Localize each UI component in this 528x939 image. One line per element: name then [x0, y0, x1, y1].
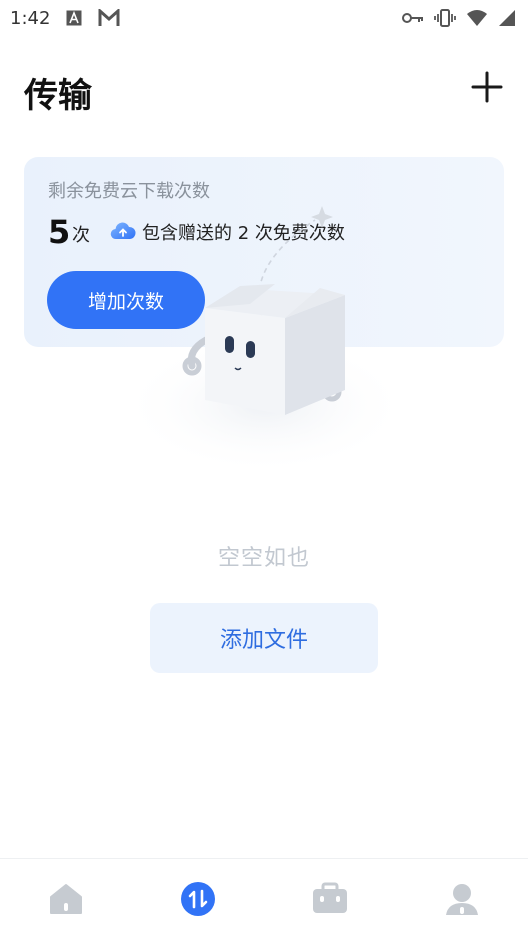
nav-toolbox[interactable] [300, 869, 360, 929]
header: 传输 [0, 60, 528, 120]
empty-box-illustration [110, 200, 420, 490]
add-file-button[interactable]: 添加文件 [150, 603, 378, 673]
profile-icon [446, 884, 478, 915]
quota-unit: 次 [72, 225, 90, 246]
page-title: 传输 [24, 76, 92, 116]
transfer-icon [181, 882, 215, 916]
empty-state-message: 空空如也 [217, 546, 310, 571]
signal-icon [498, 9, 516, 27]
toolbox-icon [313, 882, 347, 913]
status-bar: 1:42 [0, 0, 528, 36]
font-icon [66, 10, 82, 26]
add-button[interactable] [470, 70, 504, 104]
key-icon [402, 11, 424, 25]
plus-icon [471, 71, 503, 103]
status-left: 1:42 [10, 8, 120, 29]
nav-home[interactable] [36, 869, 96, 929]
home-icon [50, 884, 82, 914]
gmail-icon [98, 9, 120, 27]
quota-count: 5 [48, 213, 71, 251]
nav-profile[interactable] [432, 869, 492, 929]
status-time: 1:42 [10, 7, 51, 29]
nav-transfer[interactable] [168, 869, 228, 929]
bottom-nav [0, 858, 528, 939]
wifi-icon [466, 9, 488, 27]
vibrate-icon [434, 9, 456, 27]
status-right [402, 9, 516, 27]
